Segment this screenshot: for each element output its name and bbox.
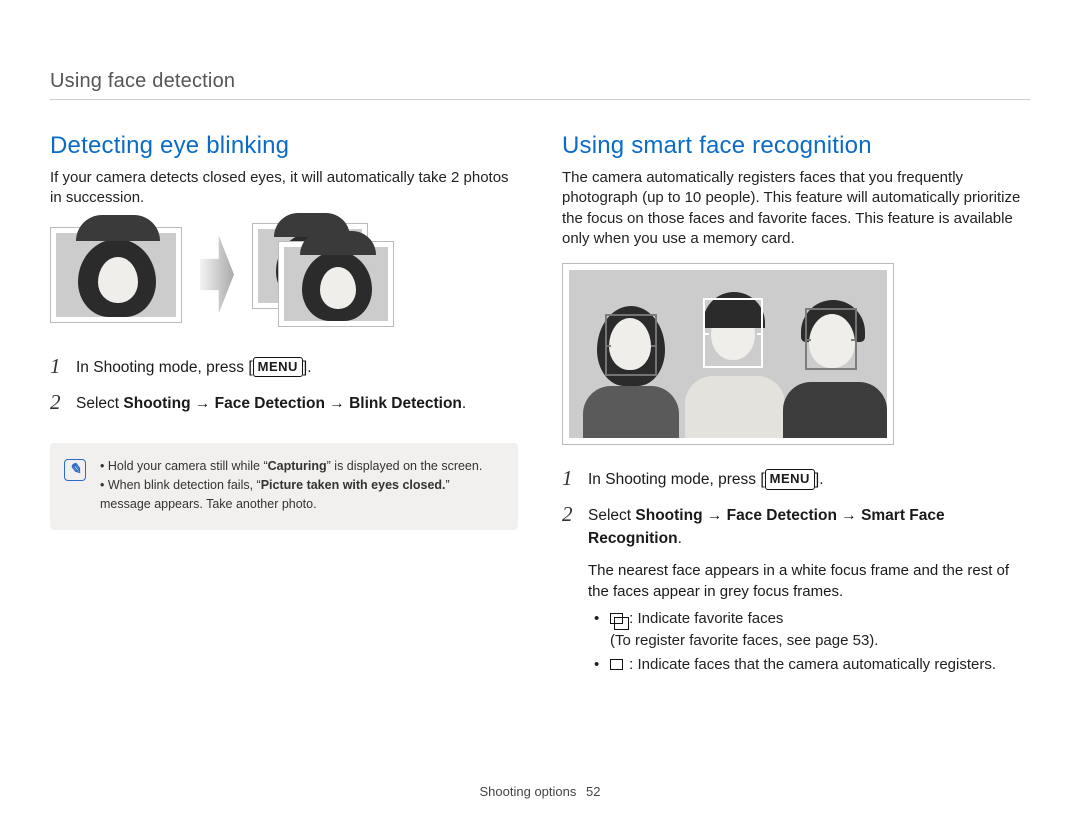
page-footer: Shooting options 52 bbox=[0, 784, 1080, 799]
right-step1-text: In Shooting mode, press [ bbox=[588, 471, 765, 488]
right-intro: The camera automatically registers faces… bbox=[562, 168, 1030, 249]
divider bbox=[50, 99, 1030, 100]
right-step2-suffix: . bbox=[678, 530, 682, 547]
info-text: Hold your camera still while “ bbox=[108, 459, 268, 473]
step-number: 1 bbox=[562, 467, 578, 490]
bullet-item: : Indicate faces that the camera automat… bbox=[592, 654, 1030, 676]
left-step2-prefix: Select bbox=[76, 395, 123, 412]
arrow-icon bbox=[200, 236, 234, 314]
substep-text: The nearest face appears in a white focu… bbox=[588, 560, 1030, 602]
right-step2-a: Shooting bbox=[635, 507, 702, 524]
info-box: ✎ Hold your camera still while “Capturin… bbox=[50, 443, 518, 529]
left-step2-suffix: . bbox=[462, 395, 466, 412]
left-step1-suffix: ]. bbox=[303, 359, 312, 376]
left-step2-b: Face Detection bbox=[215, 395, 325, 412]
arrow-text: → bbox=[325, 395, 349, 412]
focus-frame-white-icon bbox=[703, 298, 763, 368]
right-steps: 1 In Shooting mode, press [MENU]. 2 Sele… bbox=[562, 467, 1030, 678]
chapter-title: Using face detection bbox=[50, 70, 1030, 99]
auto-face-icon bbox=[610, 659, 623, 670]
step-number: 1 bbox=[50, 355, 66, 378]
left-step2-a: Shooting bbox=[123, 395, 190, 412]
menu-button-icon: MENU bbox=[253, 357, 303, 378]
arrow-text: → bbox=[703, 507, 727, 524]
focus-frame-icon bbox=[805, 308, 857, 370]
right-step2-b: Face Detection bbox=[727, 507, 837, 524]
right-step2-prefix: Select bbox=[588, 507, 635, 524]
blink-illustration bbox=[50, 223, 518, 327]
right-step1: In Shooting mode, press [MENU]. bbox=[588, 467, 824, 491]
left-step1: In Shooting mode, press [MENU]. bbox=[76, 355, 312, 379]
left-steps: 1 In Shooting mode, press [MENU]. 2 Sele… bbox=[50, 355, 518, 416]
footer-section: Shooting options bbox=[480, 784, 577, 799]
right-step1-suffix: ]. bbox=[815, 471, 824, 488]
info-text: When blink detection fails, “ bbox=[108, 478, 261, 492]
left-step1-text: In Shooting mode, press [ bbox=[76, 359, 253, 376]
blink-photo-stack bbox=[252, 223, 394, 327]
arrow-text: → bbox=[191, 395, 215, 412]
favorite-face-icon bbox=[610, 613, 623, 624]
bullet1b-text: (To register favorite faces, see page 53… bbox=[610, 632, 878, 649]
info-item: When blink detection fails, “Picture tak… bbox=[100, 476, 502, 514]
right-column: Using smart face recognition The camera … bbox=[562, 132, 1030, 690]
left-step2-c: Blink Detection bbox=[349, 395, 462, 412]
info-list: Hold your camera still while “Capturing”… bbox=[100, 457, 502, 513]
bullet2-text: : Indicate faces that the camera automat… bbox=[625, 656, 996, 673]
menu-button-icon: MENU bbox=[765, 469, 815, 490]
right-step2: Select Shooting → Face Detection → Smart… bbox=[588, 503, 1030, 677]
step-number: 2 bbox=[50, 391, 66, 414]
step-number: 2 bbox=[562, 503, 578, 526]
note-icon: ✎ bbox=[64, 459, 86, 481]
bullet1a-text: : Indicate favorite faces bbox=[625, 610, 783, 627]
right-heading: Using smart face recognition bbox=[562, 132, 1030, 160]
footer-page-number: 52 bbox=[586, 784, 600, 799]
bullet-item: : Indicate favorite faces (To register f… bbox=[592, 608, 1030, 652]
group-illustration bbox=[562, 263, 1030, 445]
left-column: Detecting eye blinking If your camera de… bbox=[50, 132, 518, 690]
info-bold: Capturing bbox=[268, 459, 327, 473]
blink-photo-1 bbox=[50, 227, 182, 323]
info-bold: Picture taken with eyes closed. bbox=[261, 478, 446, 492]
arrow-text: → bbox=[837, 507, 861, 524]
info-item: Hold your camera still while “Capturing”… bbox=[100, 457, 502, 476]
bullet-list: : Indicate favorite faces (To register f… bbox=[588, 608, 1030, 675]
left-intro: If your camera detects closed eyes, it w… bbox=[50, 168, 518, 209]
info-text: ” is displayed on the screen. bbox=[327, 459, 483, 473]
left-heading: Detecting eye blinking bbox=[50, 132, 518, 160]
left-step2: Select Shooting → Face Detection → Blink… bbox=[76, 391, 466, 415]
focus-frame-icon bbox=[605, 314, 657, 376]
